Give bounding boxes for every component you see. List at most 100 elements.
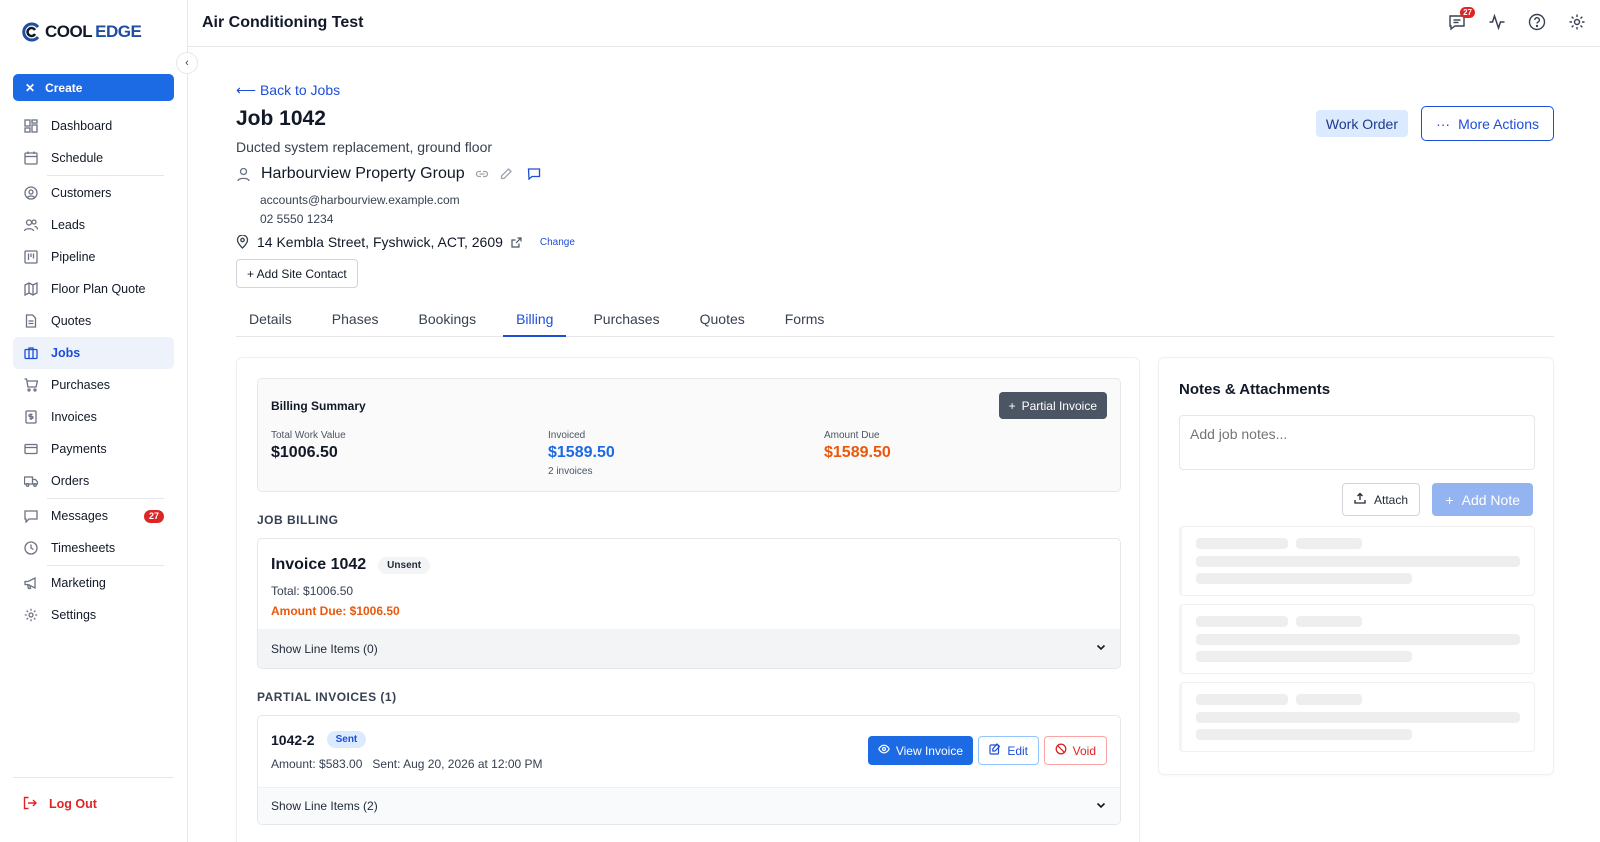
- sidebar-item-label: Orders: [51, 474, 90, 488]
- dashboard-icon: [23, 118, 39, 134]
- edit-invoice-button[interactable]: Edit: [978, 736, 1039, 765]
- notifications-button[interactable]: 27: [1446, 7, 1475, 34]
- add-site-contact-button[interactable]: + Add Site Contact: [236, 259, 358, 288]
- invoiced-stat: Invoiced $1589.50 2 invoices: [548, 430, 615, 477]
- tab-forms[interactable]: Forms: [772, 304, 838, 337]
- help-button[interactable]: [1526, 12, 1548, 34]
- sidebar-item-dashboard[interactable]: Dashboard: [13, 110, 174, 142]
- attach-button[interactable]: Attach: [1342, 483, 1421, 516]
- create-button[interactable]: ✕ Create: [13, 74, 174, 101]
- partial-invoice-name-row: 1042-2 Sent: [271, 731, 367, 748]
- sidebar-item-leads[interactable]: Leads: [13, 209, 174, 241]
- invoice-card: Invoice 1042 Unsent Total: $1006.50 Amou…: [257, 538, 1121, 669]
- message-icon[interactable]: [527, 167, 541, 181]
- note-skeleton: [1179, 604, 1535, 674]
- amount-due-stat: Amount Due $1589.50: [824, 430, 891, 462]
- calendar-icon: [23, 150, 39, 166]
- sidebar-item-invoices[interactable]: Invoices: [13, 401, 174, 433]
- edit-icon[interactable]: [499, 167, 513, 181]
- kanban-icon: [23, 249, 39, 265]
- more-actions-button[interactable]: ··· More Actions: [1421, 106, 1554, 141]
- external-link-icon[interactable]: [511, 236, 522, 248]
- sidebar-item-schedule[interactable]: Schedule: [13, 142, 174, 174]
- activity-button[interactable]: [1486, 12, 1508, 34]
- chat-icon: [23, 508, 39, 524]
- sidebar-item-label: Quotes: [51, 314, 92, 328]
- brand-part1: COOL: [45, 22, 93, 41]
- partial-invoices-heading: PARTIAL INVOICES (1): [257, 690, 397, 704]
- plus-icon: +: [1445, 491, 1454, 508]
- partial-invoice-name: 1042-2: [271, 731, 315, 748]
- stat-label: Amount Due: [824, 430, 880, 441]
- sidebar-item-label: Messages: [51, 509, 108, 523]
- show-line-items-toggle[interactable]: Show Line Items (2): [258, 787, 1120, 824]
- users-icon: [23, 217, 39, 233]
- ban-icon: [1055, 743, 1067, 758]
- chevron-down-icon: [1095, 641, 1107, 656]
- sidebar-item-quotes[interactable]: Quotes: [13, 305, 174, 337]
- show-line-items-toggle[interactable]: Show Line Items (0): [258, 629, 1120, 668]
- void-label: Void: [1072, 743, 1096, 758]
- sidebar-item-settings[interactable]: Settings: [13, 599, 174, 631]
- user-circle-icon: [23, 185, 39, 201]
- tab-phases[interactable]: Phases: [319, 304, 392, 337]
- create-label: Create: [45, 80, 83, 95]
- sidebar-item-marketing[interactable]: Marketing: [13, 567, 174, 599]
- customer-email[interactable]: accounts@harbourview.example.com: [260, 193, 460, 207]
- line-items-label: Show Line Items (0): [271, 641, 378, 656]
- top-bar: Air Conditioning Test 27: [188, 0, 1600, 47]
- page-title: Air Conditioning Test: [202, 14, 364, 31]
- invoiced-value: $1589.50: [548, 444, 615, 461]
- add-note-label: Add Note: [1461, 491, 1520, 508]
- customer-name[interactable]: Harbourview Property Group: [261, 165, 465, 183]
- sidebar-item-jobs[interactable]: Jobs: [13, 337, 174, 369]
- sidebar-item-payments[interactable]: Payments: [13, 433, 174, 465]
- tab-details[interactable]: Details: [236, 304, 305, 337]
- sidebar-item-label: Jobs: [51, 346, 81, 360]
- job-tabs: Details Phases Bookings Billing Purchase…: [236, 304, 1554, 337]
- add-note-button[interactable]: + Add Note: [1432, 483, 1533, 516]
- plus-icon: +: [1008, 398, 1016, 413]
- partial-invoice-label: Partial Invoice: [1021, 398, 1097, 413]
- logout-button[interactable]: Log Out: [13, 790, 174, 818]
- nav-divider: [47, 175, 164, 176]
- view-invoice-button[interactable]: View Invoice: [867, 736, 973, 765]
- settings-button[interactable]: [1566, 12, 1588, 34]
- sidebar-item-label: Pipeline: [51, 250, 96, 264]
- change-address-link[interactable]: Change: [540, 237, 575, 248]
- sidebar-item-pipeline[interactable]: Pipeline: [13, 241, 174, 273]
- link-icon[interactable]: [475, 167, 489, 181]
- partial-invoice-amount: Amount: $583.00: [271, 757, 363, 771]
- void-invoice-button[interactable]: Void: [1043, 736, 1107, 765]
- sidebar-item-floor-plan-quote[interactable]: Floor Plan Quote: [13, 273, 174, 305]
- job-notes-input[interactable]: [1179, 415, 1535, 470]
- sidebar-item-label: Payments: [51, 442, 107, 456]
- gear-icon: [23, 607, 39, 623]
- sidebar-item-customers[interactable]: Customers: [13, 177, 174, 209]
- tab-billing[interactable]: Billing: [503, 304, 567, 337]
- partial-invoice-button[interactable]: + Partial Invoice: [998, 392, 1107, 419]
- sidebar-item-timesheets[interactable]: Timesheets: [13, 532, 174, 564]
- tab-purchases[interactable]: Purchases: [580, 304, 672, 337]
- invoiced-count: 2 invoices: [548, 466, 593, 477]
- sidebar-item-label: Purchases: [51, 378, 111, 392]
- partial-invoice-sent: Sent: Aug 20, 2026 at 12:00 PM: [372, 757, 543, 771]
- back-to-jobs-link[interactable]: ⟵ Back to Jobs: [236, 82, 340, 99]
- invoice-total: Total: $1006.50: [271, 584, 354, 598]
- address-row: 14 Kembla Street, Fyshwick, ACT, 2609 Ch…: [236, 234, 575, 250]
- cart-icon: [23, 377, 39, 393]
- job-address: 14 Kembla Street, Fyshwick, ACT, 2609: [257, 234, 503, 250]
- collapse-sidebar-button[interactable]: ‹: [176, 52, 198, 74]
- map-icon: [23, 281, 39, 297]
- sidebar-item-purchases[interactable]: Purchases: [13, 369, 174, 401]
- status-badge: Unsent: [378, 556, 431, 574]
- tab-quotes[interactable]: Quotes: [687, 304, 758, 337]
- work-order-button[interactable]: Work Order: [1315, 110, 1408, 137]
- brand-logo[interactable]: COOL EDGE: [22, 22, 142, 42]
- gear-icon: [1568, 13, 1586, 34]
- tab-bookings[interactable]: Bookings: [406, 304, 490, 337]
- customer-phone[interactable]: 02 5550 1234: [260, 212, 333, 226]
- sidebar-item-messages[interactable]: Messages 27: [13, 500, 174, 532]
- sidebar-item-orders[interactable]: Orders: [13, 465, 174, 497]
- partial-invoice-meta: Amount: $583.00 Sent: Aug 20, 2026 at 12…: [271, 757, 543, 771]
